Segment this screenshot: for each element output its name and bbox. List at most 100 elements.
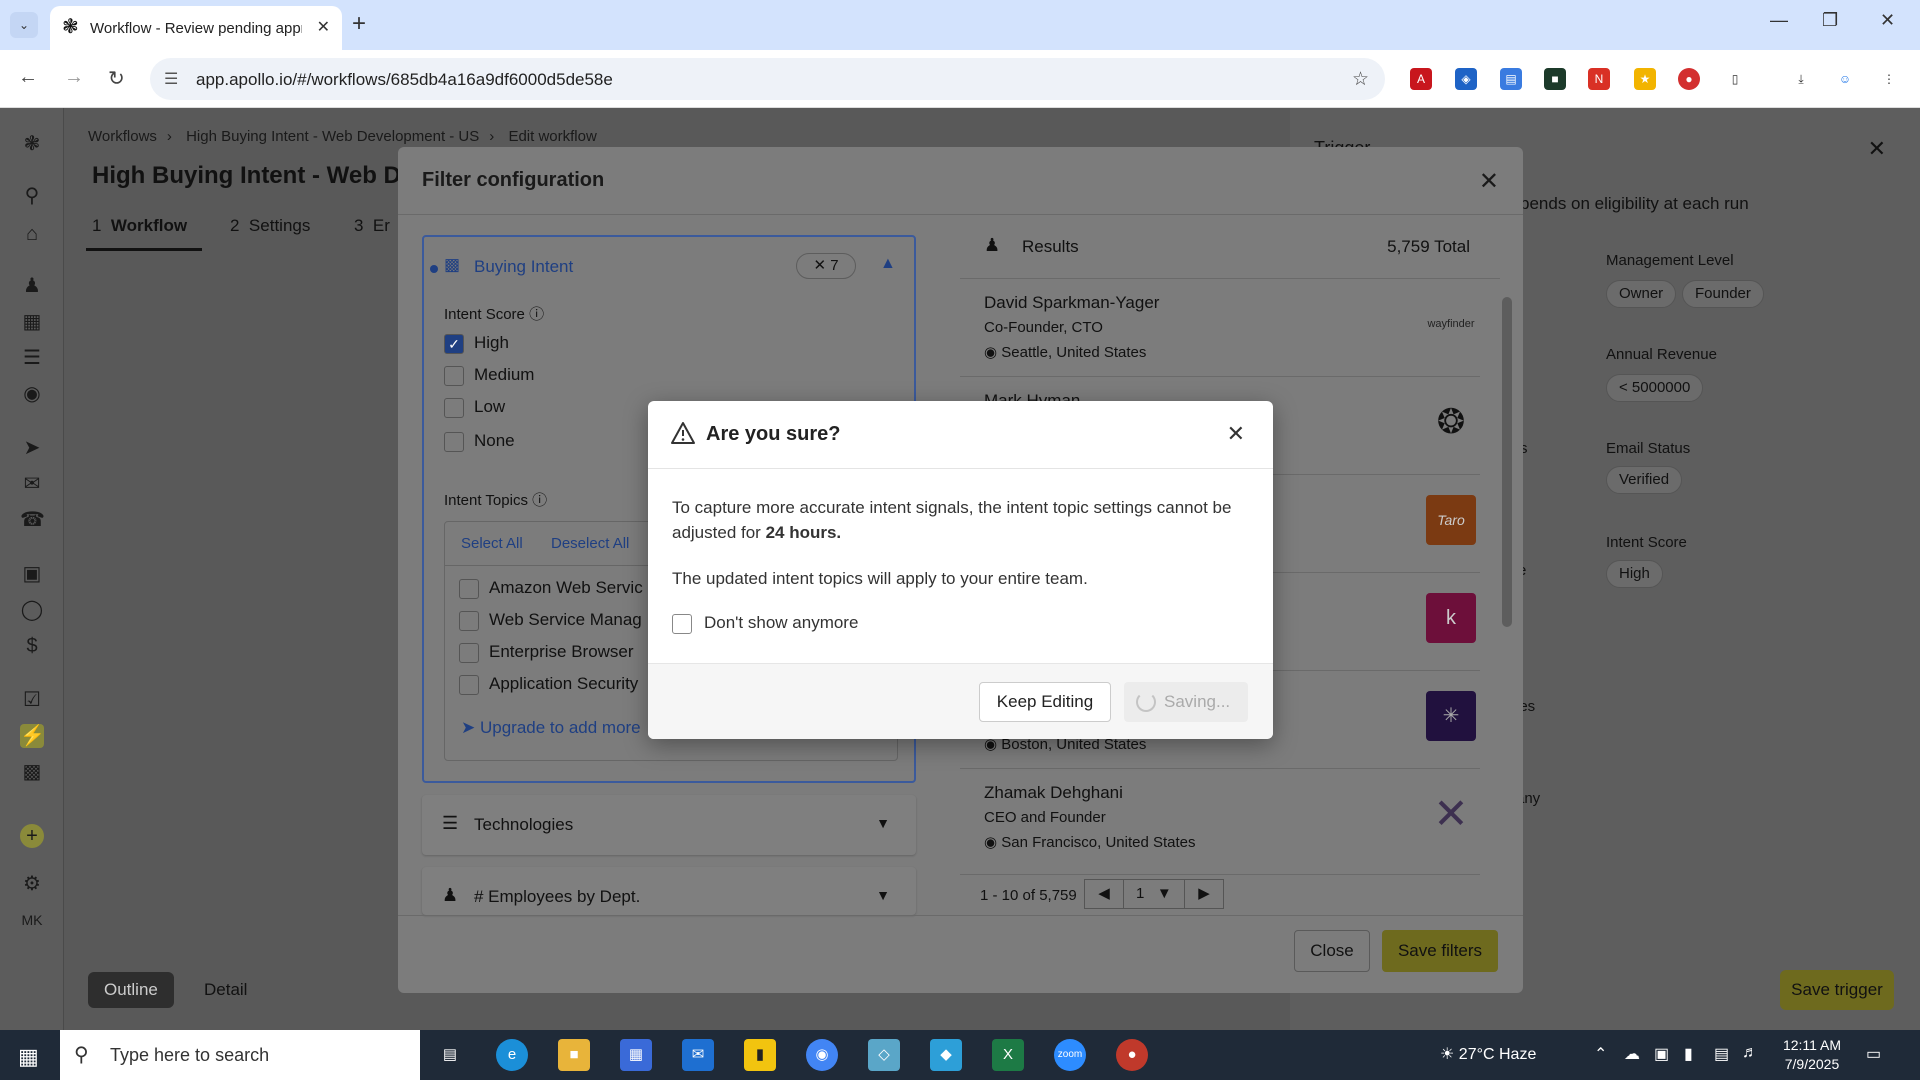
list-item[interactable]: Zhamak Dehghani CEO and Founder ◉ San Fr… <box>960 769 1480 875</box>
upgrade-link[interactable]: ➤ Upgrade to add more <box>461 718 641 738</box>
window-close-icon[interactable]: ✕ <box>1880 10 1895 31</box>
dont-show-checkbox[interactable]: Don't show anymore <box>672 613 858 634</box>
workflows-icon[interactable]: ⚡ <box>20 724 45 748</box>
url-text[interactable]: app.apollo.io/#/workflows/685db4a16a9df6… <box>196 70 613 90</box>
tray-app-icon[interactable]: ▣ <box>1654 1044 1669 1064</box>
battery-icon[interactable]: ▮ <box>1684 1044 1693 1064</box>
new-tab-button[interactable]: + <box>352 10 366 38</box>
settings-gear-icon[interactable]: ⚙ <box>20 872 44 896</box>
score-low-checkbox[interactable]: Low <box>444 397 505 418</box>
employees-by-dept-section[interactable]: ♟ # Employees by Dept. ▼ <box>422 867 916 915</box>
select-all-button[interactable]: Select All <box>461 535 523 552</box>
home-icon[interactable]: ⌂ <box>20 222 44 246</box>
detail-button[interactable]: Detail <box>188 972 263 1008</box>
store-icon[interactable]: ▦ <box>620 1039 652 1071</box>
email-icon[interactable]: ✉ <box>20 472 44 496</box>
sticky-notes-icon[interactable]: ▮ <box>744 1039 776 1071</box>
tab-close-icon[interactable]: ✕ <box>317 17 330 37</box>
buying-intent-count-badge[interactable]: ✕ 7 <box>796 253 856 279</box>
reload-icon[interactable]: ↻ <box>108 66 125 91</box>
task-view-icon[interactable]: ▤ <box>434 1039 466 1071</box>
windows-start-icon[interactable]: ▦ <box>18 1044 39 1070</box>
mail-icon[interactable]: ✉ <box>682 1039 714 1071</box>
outline-button[interactable]: Outline <box>88 972 174 1008</box>
topic-checkbox[interactable]: Web Service Manag <box>459 610 642 631</box>
onedrive-icon[interactable]: ☁ <box>1624 1044 1640 1064</box>
close-button[interactable]: Close <box>1294 930 1370 972</box>
avatar[interactable]: MK <box>20 908 44 932</box>
save-filters-button[interactable]: Save filters <box>1382 930 1498 972</box>
app-blue-icon[interactable]: ◇ <box>868 1039 900 1071</box>
file-explorer-icon[interactable]: ■ <box>558 1039 590 1071</box>
filter-modal-close-icon[interactable]: ✕ <box>1479 167 1499 196</box>
pdf-extension-icon[interactable]: A <box>1410 68 1432 90</box>
profile-avatar-icon[interactable]: ☺ <box>1834 68 1856 90</box>
breadcrumb-workflows[interactable]: Workflows <box>88 128 157 145</box>
back-icon[interactable]: ← <box>18 66 38 89</box>
topic-checkbox[interactable]: Application Security <box>459 674 638 695</box>
bookmark-star-icon[interactable]: ☆ <box>1352 68 1369 91</box>
edge-icon[interactable]: e <box>496 1039 528 1071</box>
score-none-checkbox[interactable]: None <box>444 431 515 452</box>
companies-icon[interactable]: ▦ <box>20 310 44 334</box>
buying-intent-title[interactable]: Buying Intent <box>474 257 573 277</box>
tasks-icon[interactable]: ☑ <box>20 688 44 712</box>
network-icon[interactable]: ▤ <box>1714 1044 1729 1064</box>
download-icon[interactable]: ⤓ <box>1790 68 1812 90</box>
prev-page-button[interactable]: ◀ <box>1084 879 1124 909</box>
deals-icon[interactable]: $ <box>20 634 44 658</box>
add-user-icon[interactable]: + <box>20 824 44 848</box>
deselect-all-button[interactable]: Deselect All <box>551 535 629 552</box>
trigger-close-icon[interactable]: ✕ <box>1868 136 1886 162</box>
taskbar-search[interactable]: ⚲ Type here to search <box>60 1030 420 1080</box>
calls-icon[interactable]: ☎ <box>20 508 45 532</box>
excel-icon[interactable]: X <box>992 1039 1024 1071</box>
app-red-icon[interactable]: ● <box>1116 1039 1148 1071</box>
topic-checkbox[interactable]: Enterprise Browser <box>459 642 634 663</box>
score-high-checkbox[interactable]: ✓ High <box>444 333 509 354</box>
zoom-icon[interactable]: zoom <box>1054 1039 1086 1071</box>
visitors-icon[interactable]: ◉ <box>20 382 44 406</box>
address-bar[interactable]: ☰ app.apollo.io/#/workflows/685db4a16a9d… <box>150 58 1385 100</box>
tab-settings[interactable]: 2 Settings <box>230 216 310 236</box>
score-medium-checkbox[interactable]: Medium <box>444 365 534 386</box>
tab-enrollment[interactable]: 3 Er <box>354 216 390 236</box>
pokeball-extension-icon[interactable]: ● <box>1678 68 1700 90</box>
minimize-icon[interactable]: — <box>1770 10 1788 31</box>
dialog-close-icon[interactable]: ✕ <box>1227 421 1245 447</box>
search-icon[interactable]: ⚲ <box>20 184 44 208</box>
next-page-button[interactable]: ▶ <box>1184 879 1224 909</box>
page-select[interactable]: 1 ▼ <box>1123 879 1185 909</box>
forward-icon[interactable]: → <box>64 66 84 89</box>
restore-icon[interactable]: ❐ <box>1822 10 1838 31</box>
lists-icon[interactable]: ☰ <box>20 346 44 370</box>
technologies-section[interactable]: ☰ Technologies ▼ <box>422 795 916 855</box>
sequences-icon[interactable]: ➤ <box>20 436 44 460</box>
chrome-icon[interactable]: ◉ <box>806 1039 838 1071</box>
breadcrumb-workflow-name[interactable]: High Buying Intent - Web Development - U… <box>186 128 479 145</box>
tray-chevron-icon[interactable]: ⌃ <box>1594 1044 1607 1064</box>
results-scrollbar[interactable] <box>1502 297 1512 627</box>
meetings-icon[interactable]: ▣ <box>20 562 44 586</box>
people-icon[interactable]: ♟ <box>20 274 44 298</box>
tab-workflow[interactable]: 1 Workflow <box>92 216 187 236</box>
collapse-caret-icon[interactable]: ▲ <box>880 255 896 273</box>
keep-editing-button[interactable]: Keep Editing <box>979 682 1111 722</box>
notifications-icon[interactable]: ▭ <box>1866 1044 1881 1064</box>
taskbar-clock[interactable]: 12:11 AM 7/9/2025 <box>1772 1036 1852 1074</box>
docs-extension-icon[interactable]: ▤ <box>1500 68 1522 90</box>
app-diamond-icon[interactable]: ◆ <box>930 1039 962 1071</box>
star-extension-icon[interactable]: ★ <box>1634 68 1656 90</box>
new-extension-icon[interactable]: N <box>1588 68 1610 90</box>
extensions-puzzle-icon[interactable]: ▯ <box>1724 68 1746 90</box>
weather-widget[interactable]: ☀ 27°C Haze <box>1440 1044 1536 1064</box>
folder-extension-icon[interactable]: ■ <box>1544 68 1566 90</box>
save-trigger-button[interactable]: Save trigger <box>1780 970 1894 1010</box>
shield-extension-icon[interactable]: ◈ <box>1455 68 1477 90</box>
conversations-icon[interactable]: ◯ <box>20 598 44 622</box>
taskbar-search-input[interactable]: Type here to search <box>110 1045 269 1066</box>
browser-tab-active[interactable]: ❃ Workflow - Review pending approvals ✕ <box>50 6 342 50</box>
apollo-logo-icon[interactable]: ❃ <box>20 132 44 156</box>
topic-checkbox[interactable]: Amazon Web Servic <box>459 578 643 599</box>
volume-icon[interactable]: ♬ <box>1742 1044 1758 1062</box>
